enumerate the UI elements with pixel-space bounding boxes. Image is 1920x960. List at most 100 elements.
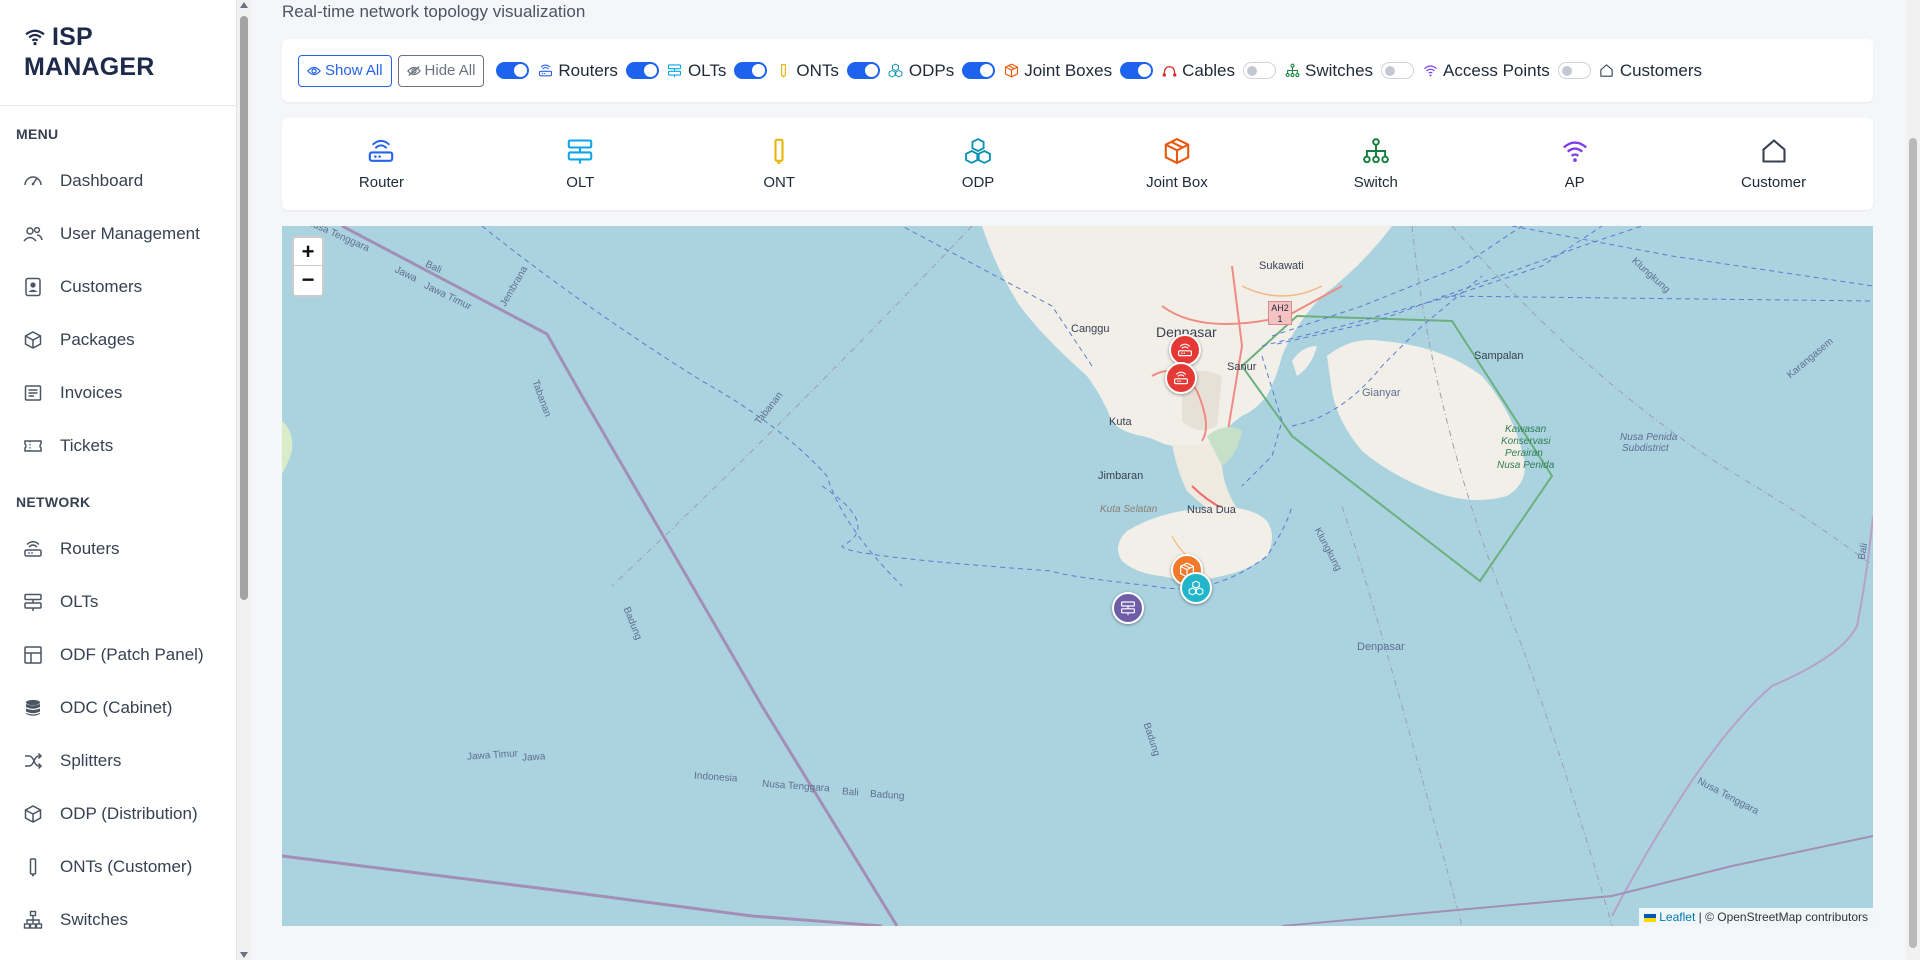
map-marker-olt[interactable] xyxy=(1112,592,1144,624)
sidebar-item-user-management[interactable]: User Management xyxy=(0,207,236,260)
router-icon xyxy=(1173,370,1189,386)
brand[interactable]: ISP MANAGER xyxy=(0,0,236,106)
box-icon xyxy=(22,803,44,825)
device-legend: Router OLT ONT ODP Joint Box Switch AP Customer xyxy=(282,118,1873,210)
scroll-up-icon[interactable] xyxy=(240,2,248,8)
hide-all-button[interactable]: Hide All xyxy=(397,54,485,87)
zoom-in-button[interactable]: + xyxy=(294,238,322,266)
odp-icon xyxy=(1188,580,1204,596)
sidebar-item-invoices[interactable]: Invoices xyxy=(0,366,236,419)
toggle-switch-odps[interactable] xyxy=(846,62,880,79)
osm-attribution: | © OpenStreetMap contributors xyxy=(1698,910,1868,924)
toggle-switch-switches[interactable] xyxy=(1243,62,1277,79)
map-label-jimbaran: Jimbaran xyxy=(1098,470,1144,482)
legend-item-ont: ONT xyxy=(719,136,839,191)
wifi-icon xyxy=(25,29,45,46)
highway-shield: AH2 1 xyxy=(1268,301,1292,325)
router-icon xyxy=(1177,342,1193,358)
network-map[interactable]: Sukawati AH2 1 Canggu Denpasar Sanur Gia… xyxy=(282,226,1873,926)
toggle-switch-onts[interactable] xyxy=(734,62,768,79)
layer-toggle-access-points: Access Points xyxy=(1381,61,1550,81)
sidebar-item-label: ODC (Cabinet) xyxy=(60,697,173,717)
sidebar-item-splitters[interactable]: Splitters xyxy=(0,734,236,787)
sidebar-item-switches[interactable]: Switches xyxy=(0,893,236,946)
olt-icon xyxy=(666,62,684,80)
sidebar-item-customers[interactable]: Customers xyxy=(0,260,236,313)
sidebar-item-routers[interactable]: Routers xyxy=(0,522,236,575)
layer-label-customers: Customers xyxy=(1619,60,1702,80)
sidebar-item-label: ODP (Distribution) xyxy=(60,803,198,823)
layer-label-joint-boxes: Joint Boxes xyxy=(1024,60,1113,80)
layer-toggle-odps: ODPs xyxy=(846,61,954,81)
sidebar-item-odf-patch-panel[interactable]: ODF (Patch Panel) xyxy=(0,628,236,681)
olt-icon xyxy=(1120,600,1136,616)
toggle-switch-olts[interactable] xyxy=(625,62,659,79)
toggle-switch-routers[interactable] xyxy=(496,62,530,79)
sidebar-item-odc-cabinet[interactable]: ODC (Cabinet) xyxy=(0,681,236,734)
map-label-nusa-penida-sub: Nusa Penida xyxy=(1620,432,1678,443)
sidebar-item-dashboard[interactable]: Dashboard xyxy=(0,154,236,207)
toggle-switch-customers[interactable] xyxy=(1557,62,1591,79)
sidebar-item-olts[interactable]: OLTs xyxy=(0,575,236,628)
contact-card-icon xyxy=(22,276,44,298)
legend-item-router: Router xyxy=(321,136,441,191)
legend-label: Router xyxy=(358,174,404,191)
sidebar-item-label: ODF (Patch Panel) xyxy=(60,644,204,664)
scroll-down-icon[interactable] xyxy=(240,952,248,958)
sidebar-scroll-thumb[interactable] xyxy=(240,16,248,600)
leaflet-link[interactable]: Leaflet xyxy=(1659,910,1695,924)
legend-label: Switch xyxy=(1353,174,1398,191)
home-icon xyxy=(1598,62,1616,80)
map-label-konservasi: Konservasi xyxy=(1501,436,1551,447)
brand-line1: ISP xyxy=(52,23,93,51)
map-label-sanur: Sanur xyxy=(1227,361,1257,373)
speedometer-icon xyxy=(22,170,44,192)
toggle-switch-joint-boxes[interactable] xyxy=(962,62,996,79)
wifi-icon xyxy=(1560,136,1590,166)
ont-icon xyxy=(22,856,44,878)
toggle-switch-cables[interactable] xyxy=(1120,62,1154,79)
menu-section-label: MENU xyxy=(16,126,59,142)
sidebar-item-odp-distribution[interactable]: ODP (Distribution) xyxy=(0,787,236,840)
legend-label: OLT xyxy=(566,174,595,191)
ticket-icon xyxy=(22,435,44,457)
network-section-label: NETWORK xyxy=(16,494,91,510)
layer-toggle-joint-boxes: Joint Boxes xyxy=(962,61,1112,81)
sidebar-item-onts-customer[interactable]: ONTs (Customer) xyxy=(0,840,236,893)
map-marker-router[interactable] xyxy=(1165,362,1197,394)
map-label-perairan: Perairan xyxy=(1505,448,1543,459)
page-scroll-thumb[interactable] xyxy=(1909,138,1917,948)
network-icon xyxy=(22,909,44,931)
legend-label: Joint Box xyxy=(1146,174,1208,191)
map-marker-odp[interactable] xyxy=(1180,572,1212,604)
map-label-bali-2: Bali xyxy=(841,786,860,799)
zoom-out-button[interactable]: − xyxy=(294,266,322,294)
switch-icon xyxy=(1361,136,1391,166)
toggle-switch-access-points[interactable] xyxy=(1381,62,1415,79)
map-label-jawa-2: Jawa xyxy=(521,751,546,764)
sidebar-item-tickets[interactable]: Tickets xyxy=(0,419,236,472)
map-attribution: Leaflet | © OpenStreetMap contributors xyxy=(1639,908,1873,926)
brand-line2: MANAGER xyxy=(24,53,155,81)
olt-icon xyxy=(565,136,595,166)
layer-toggle-routers: Routers xyxy=(496,61,618,81)
sidebar-item-label: Switches xyxy=(60,909,129,929)
map-marker-router[interactable] xyxy=(1169,334,1201,366)
layer-toggles: Routers OLTs ONTs ODPs Joint Boxes Cables Swit… xyxy=(488,61,1702,81)
page-scrollbar[interactable] xyxy=(1906,0,1920,960)
layer-label-cables: Cables xyxy=(1182,60,1236,80)
switch-icon xyxy=(1283,62,1301,80)
legend-item-customer: Customer xyxy=(1714,136,1834,191)
map-label-badung-3: Badung xyxy=(869,788,905,803)
legend-item-olt: OLT xyxy=(520,136,640,191)
sidebar-item-packages[interactable]: Packages xyxy=(0,313,236,366)
home-icon xyxy=(1759,136,1789,166)
odp-icon xyxy=(887,62,905,80)
sidebar-item-label: Tickets xyxy=(60,435,114,455)
layer-toggle-switches: Switches xyxy=(1243,61,1373,81)
show-all-button[interactable]: Show All xyxy=(298,54,392,87)
legend-item-ap: AP xyxy=(1515,136,1635,191)
sidebar-item-label: User Management xyxy=(60,223,200,243)
sidebar-scrollbar[interactable] xyxy=(237,0,251,960)
ukraine-flag-icon xyxy=(1644,913,1657,922)
